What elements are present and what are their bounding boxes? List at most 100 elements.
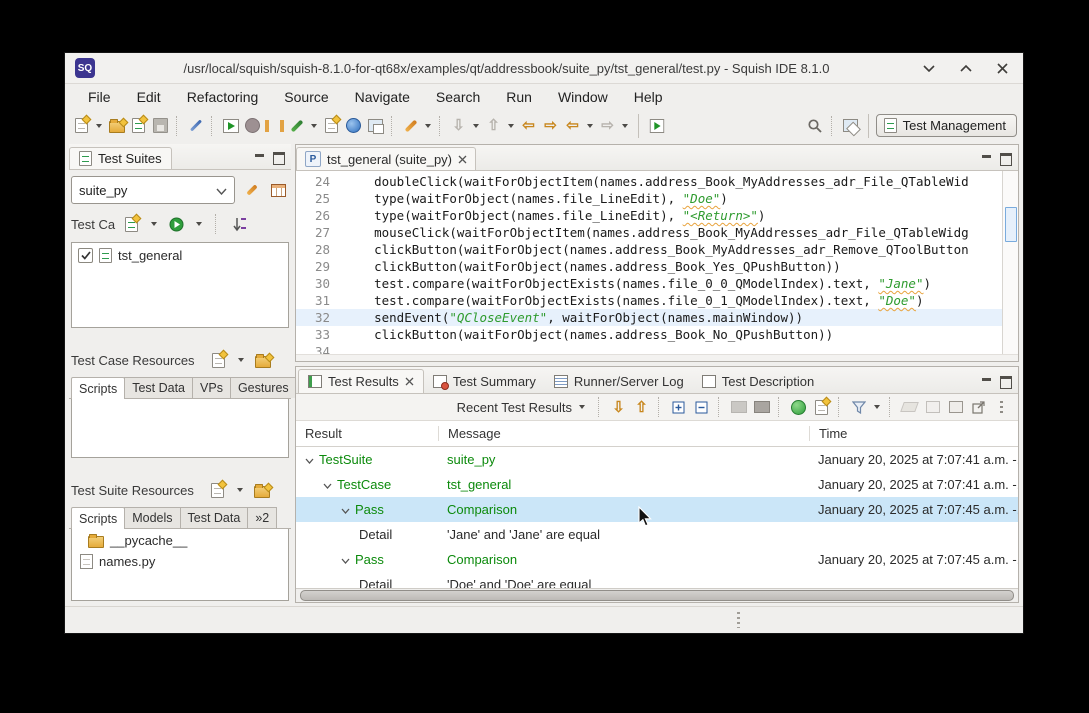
result-row[interactable]: TestSuitesuite_pyJanuary 20, 2025 at 7:0… — [296, 447, 1018, 472]
menu-search[interactable]: Search — [425, 87, 491, 107]
open-external-icon[interactable] — [968, 395, 989, 419]
suite-combobox[interactable]: suite_py — [71, 176, 235, 204]
commit-icon[interactable]: ⇧ — [483, 114, 504, 138]
save-icon[interactable] — [150, 114, 171, 138]
suite-settings-icon[interactable] — [241, 178, 262, 202]
menu-edit[interactable]: Edit — [126, 87, 172, 107]
filter-dropdown-icon[interactable] — [874, 405, 880, 409]
test-case-resources-list[interactable] — [71, 399, 289, 458]
minimize-editor-icon[interactable] — [982, 155, 991, 161]
new-folder-icon[interactable] — [252, 478, 273, 502]
menu-window[interactable]: Window — [547, 87, 619, 107]
windows-icon[interactable] — [365, 114, 386, 138]
tsr-tab--2[interactable]: »2 — [247, 507, 277, 528]
editor-scrollbar-thumb[interactable] — [1005, 207, 1017, 242]
run-test-case-icon[interactable] — [166, 212, 187, 236]
previous-result-icon[interactable]: ⇧ — [631, 395, 652, 419]
code-line[interactable]: 25 type(waitForObject(names.file_LineEdi… — [296, 190, 1002, 207]
new-test-suite-icon[interactable] — [106, 114, 127, 138]
results-horizontal-scrollbar[interactable] — [296, 588, 1018, 602]
new-resource-dropdown-icon[interactable] — [237, 488, 243, 492]
chevron-down-icon[interactable] — [323, 477, 332, 492]
tcr-tab-scripts[interactable]: Scripts — [71, 377, 125, 399]
code-line[interactable]: 27 mouseClick(waitForObjectItem(names.ad… — [296, 224, 1002, 241]
result-row[interactable]: PassComparisonJanuary 20, 2025 at 7:07:4… — [296, 547, 1018, 572]
expand-all-icon[interactable] — [668, 395, 689, 419]
open-perspective-icon[interactable] — [840, 114, 861, 138]
editor-horizontal-scrollbar[interactable] — [296, 354, 1018, 361]
pause-icon[interactable] — [264, 114, 285, 138]
maximize-view-icon[interactable] — [273, 152, 285, 165]
tsr-tab-scripts[interactable]: Scripts — [71, 507, 125, 529]
code-line[interactable]: 28 clickButton(waitForObject(names.addre… — [296, 241, 1002, 258]
code-area[interactable]: 24 doubleClick(waitForObjectItem(names.a… — [296, 171, 1002, 354]
code-line[interactable]: 32 sendEvent("QCloseEvent", waitForObjec… — [296, 309, 1002, 326]
test-management-perspective-button[interactable]: Test Management — [876, 114, 1017, 137]
web-browser-icon[interactable] — [343, 114, 364, 138]
new-wizard-dropdown-icon[interactable] — [96, 124, 102, 128]
recent-test-results-dropdown[interactable]: Recent Test Results — [453, 398, 592, 417]
record-icon[interactable] — [242, 114, 263, 138]
search-icon[interactable] — [805, 114, 826, 138]
suite-grid-icon[interactable] — [268, 178, 289, 202]
close-tab-icon[interactable] — [458, 152, 467, 167]
title-bar[interactable]: SQ /usr/local/squish/squish-8.1.0-for-qt… — [65, 53, 1023, 84]
new-resource-icon[interactable] — [208, 348, 229, 372]
clear-results-icon[interactable] — [899, 395, 920, 419]
result-row[interactable]: Detail'Jane' and 'Jane' are equal — [296, 522, 1018, 547]
new-resource-icon[interactable] — [207, 478, 228, 502]
menu-help[interactable]: Help — [623, 87, 674, 107]
splitter[interactable] — [69, 328, 291, 345]
new-report-icon[interactable] — [321, 114, 342, 138]
commit-dropdown-icon[interactable] — [508, 124, 514, 128]
tcr-tab-test-data[interactable]: Test Data — [124, 377, 193, 398]
code-line[interactable]: 33 clickButton(waitForObject(names.addre… — [296, 326, 1002, 343]
verify-icon[interactable] — [788, 395, 809, 419]
filter-icon[interactable] — [848, 395, 869, 419]
tab-tst-general[interactable]: P tst_general (suite_py) — [296, 147, 476, 170]
new-wizard-icon[interactable] — [71, 114, 92, 138]
code-line[interactable]: 24 doubleClick(waitForObjectItem(names.a… — [296, 173, 1002, 190]
view-menu-icon[interactable] — [991, 395, 1012, 419]
close-tab-icon[interactable] — [405, 374, 414, 389]
menu-file[interactable]: File — [77, 87, 122, 107]
chevron-down-icon[interactable] — [341, 502, 350, 517]
column-message[interactable]: Message — [438, 426, 809, 441]
tcr-tab-gestures[interactable]: Gestures — [230, 377, 297, 398]
object-spy-icon[interactable] — [185, 114, 206, 138]
code-line[interactable]: 34 — [296, 343, 1002, 354]
new-test-case-dropdown-icon[interactable] — [151, 222, 157, 226]
annotate-dropdown-icon[interactable] — [425, 124, 431, 128]
back-dropdown-icon[interactable] — [587, 124, 593, 128]
pick-object-dropdown-icon[interactable] — [311, 124, 317, 128]
minimize-view-icon[interactable] — [255, 154, 264, 160]
maximize-editor-icon[interactable] — [1000, 153, 1012, 166]
menu-refactoring[interactable]: Refactoring — [176, 87, 270, 107]
new-test-case-icon[interactable] — [121, 212, 142, 236]
splitter[interactable] — [69, 458, 291, 475]
code-line[interactable]: 26 type(waitForObject(names.file_LineEdi… — [296, 207, 1002, 224]
close-icon[interactable] — [992, 56, 1013, 80]
run-test-suite-icon[interactable] — [220, 114, 241, 138]
results-scrollbar-thumb[interactable] — [300, 590, 1013, 601]
editor-vertical-scrollbar[interactable] — [1002, 171, 1018, 354]
tsr-tab-test-data[interactable]: Test Data — [180, 507, 249, 528]
annotate-icon[interactable] — [400, 114, 421, 138]
new-test-case-icon[interactable] — [128, 114, 149, 138]
back-icon[interactable]: ⇦ — [562, 114, 583, 138]
column-time[interactable]: Time — [809, 426, 1018, 441]
code-line[interactable]: 31 test.compare(waitForObjectExists(name… — [296, 292, 1002, 309]
menu-source[interactable]: Source — [273, 87, 339, 107]
export-results-icon[interactable] — [922, 395, 943, 419]
test-case-item[interactable]: tst_general — [72, 243, 288, 268]
forward-icon[interactable]: ⇨ — [597, 114, 618, 138]
forward-dropdown-icon[interactable] — [622, 124, 628, 128]
maximize-icon[interactable] — [955, 56, 976, 80]
minimize-icon[interactable] — [918, 56, 939, 80]
pick-object-icon[interactable] — [286, 114, 307, 138]
tab-test-description[interactable]: Test Description — [693, 370, 823, 393]
tab-test-results[interactable]: Test Results — [298, 369, 424, 393]
pin-editor-icon[interactable] — [646, 114, 667, 138]
result-row[interactable]: PassComparisonJanuary 20, 2025 at 7:07:4… — [296, 497, 1018, 522]
new-resource-dropdown-icon[interactable] — [238, 358, 244, 362]
